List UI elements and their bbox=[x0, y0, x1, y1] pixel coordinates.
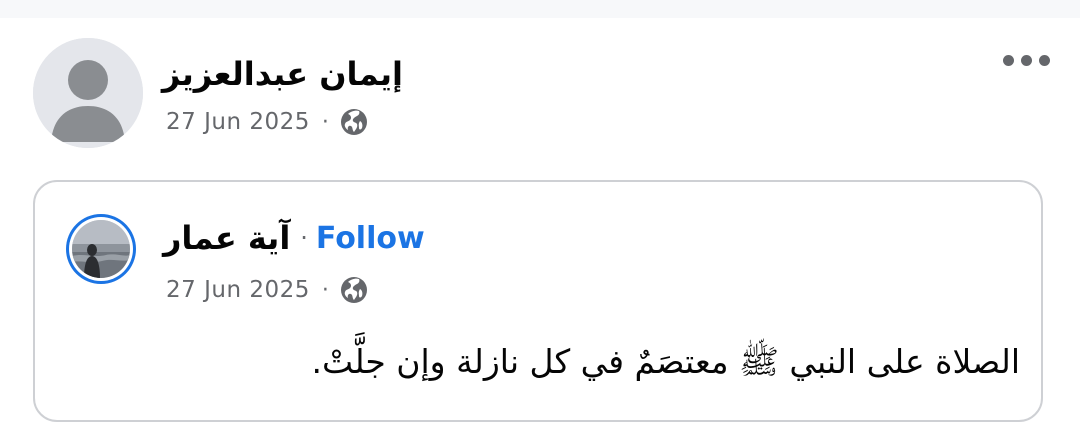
post-date[interactable]: 27 Jun 2025 bbox=[166, 109, 310, 135]
more-dot bbox=[1002, 54, 1014, 66]
globe-icon[interactable] bbox=[339, 275, 369, 305]
post-meta: 27 Jun 2025 · bbox=[166, 104, 369, 140]
author-avatar[interactable] bbox=[33, 38, 143, 148]
shared-post-date[interactable]: 27 Jun 2025 bbox=[166, 277, 310, 303]
post-author-name[interactable]: إيمان عبدالعزيز bbox=[162, 50, 403, 98]
shared-author-name[interactable]: آية عمار bbox=[163, 219, 290, 257]
meta-separator: · bbox=[321, 109, 329, 135]
meta-separator: · bbox=[321, 277, 329, 303]
shared-post-header: آية عمار · Follow bbox=[163, 214, 425, 262]
top-divider-strip bbox=[0, 0, 1080, 18]
more-dot bbox=[1020, 54, 1032, 66]
shared-author-photo bbox=[72, 220, 130, 278]
shared-post-text: الصلاة على النبي ﷺ معتصَمٌ في كل نازلة و… bbox=[311, 342, 1020, 381]
avatar-ring-gap bbox=[69, 217, 133, 281]
follow-button[interactable]: Follow bbox=[316, 221, 425, 256]
header-separator: · bbox=[300, 224, 308, 252]
shared-author-avatar[interactable] bbox=[66, 214, 136, 284]
default-avatar-icon bbox=[33, 38, 143, 148]
more-options-icon[interactable] bbox=[996, 48, 1056, 72]
globe-icon[interactable] bbox=[339, 107, 369, 137]
more-dot bbox=[1038, 54, 1050, 66]
shared-post-meta: 27 Jun 2025 · bbox=[166, 272, 369, 308]
